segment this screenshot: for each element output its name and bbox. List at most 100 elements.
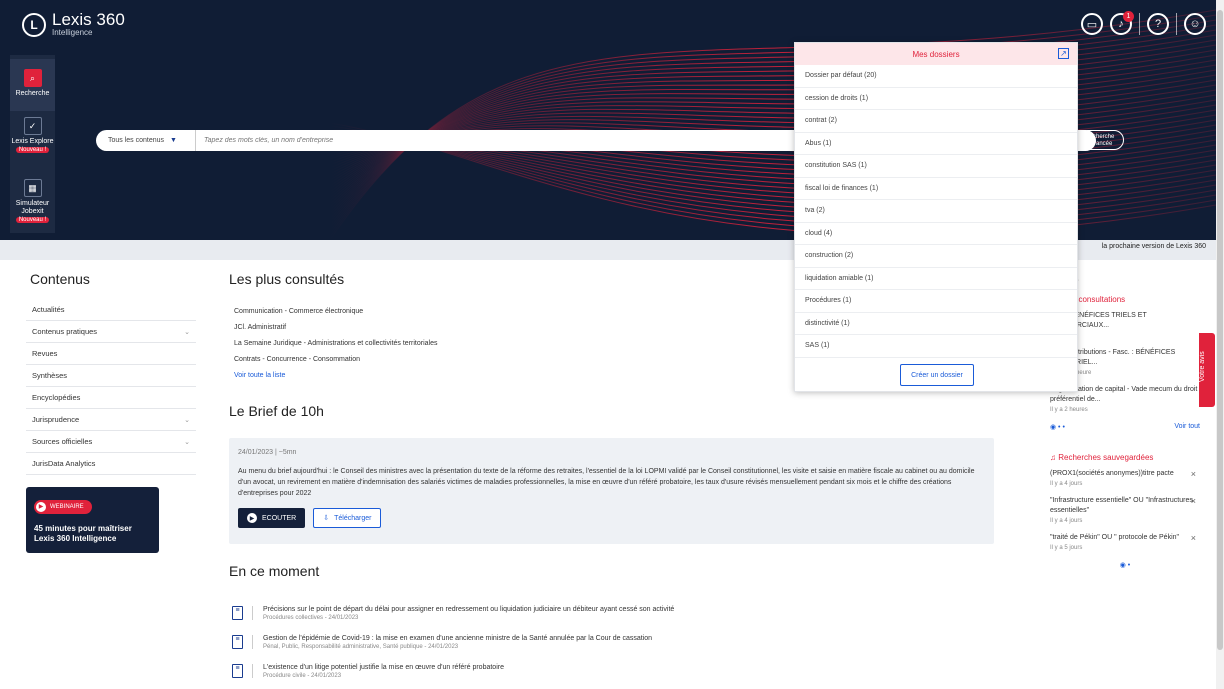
- top-icons: ▭ ♪ 1 ? ☺: [1081, 11, 1206, 35]
- menu-item[interactable]: JurisData Analytics: [26, 453, 196, 475]
- scrollbar[interactable]: [1216, 0, 1224, 689]
- dossier-item[interactable]: cloud (4): [795, 223, 1077, 245]
- saved-search-item[interactable]: "traité de Pékin" OU " protocole de Péki…: [1050, 533, 1200, 553]
- logo-mark-icon: L: [22, 12, 46, 37]
- list-item[interactable]: ≡ L'existence d'un litige potentiel justi…: [232, 664, 932, 679]
- left-nav: ⌕ Recherche ✓ Lexis Explore Nouveau ! ▦ …: [10, 55, 55, 233]
- moment-list: ≡ Précisions sur le point de départ du dé…: [232, 606, 932, 689]
- dossier-item[interactable]: Procédures (1): [795, 290, 1077, 313]
- nav-simulateur[interactable]: ▦ Simulateur Jobexit Nouveau !: [10, 179, 55, 231]
- feedback-tab[interactable]: Votre avis: [1199, 333, 1215, 407]
- list-item[interactable]: JCl. Administratif: [234, 324, 437, 331]
- menu-item[interactable]: Synthèses: [26, 365, 196, 387]
- list-item[interactable]: ≡ Précisions sur le point de départ du dé…: [232, 606, 932, 621]
- menu-item[interactable]: Contenus pratiques ⌄: [26, 321, 196, 343]
- logo[interactable]: L Lexis 360 Intelligence: [22, 10, 125, 37]
- divider: [1176, 13, 1177, 35]
- dossier-item[interactable]: contrat (2): [795, 110, 1077, 133]
- list-item[interactable]: La Semaine Juridique - Administrations e…: [234, 340, 437, 347]
- external-link-icon[interactable]: ↗: [1058, 48, 1069, 59]
- brief-text: Au menu du brief aujourd'hui : le Consei…: [238, 468, 975, 497]
- plus-consultes-list: Communication - Commerce électronique JC…: [234, 308, 437, 388]
- dossier-item[interactable]: distinctivité (1): [795, 313, 1077, 335]
- logo-name: Lexis 360: [52, 10, 125, 29]
- list-item-body: Gestion de l'épidémie de Covid-19 : la m…: [263, 635, 652, 650]
- close-icon[interactable]: ×: [1191, 533, 1196, 543]
- menu-item-label: Revues: [32, 349, 58, 358]
- bell-icon: ♫: [1050, 453, 1059, 462]
- carousel-dots[interactable]: ◉ •: [1050, 561, 1200, 569]
- new-badge: Nouveau !: [15, 147, 50, 153]
- list-item-body: Précisions sur le point de départ du dél…: [263, 606, 674, 621]
- dossiers-title: Mes dossiers: [912, 49, 960, 59]
- saved-title-label: Recherches sauvegardées: [1058, 453, 1154, 462]
- download-label: Télécharger: [334, 514, 372, 522]
- list-item-title: Gestion de l'épidémie de Covid-19 : la m…: [263, 635, 653, 642]
- menu-item-label: JurisData Analytics: [32, 459, 96, 468]
- document-icon: ≡: [232, 635, 243, 649]
- dossier-item[interactable]: constitution SAS (1): [795, 155, 1077, 178]
- list-item[interactable]: Contrats - Concurrence - Consommation: [234, 356, 437, 363]
- brief-title: Le Brief de 10h: [229, 403, 324, 419]
- dossier-item[interactable]: fiscal loi de finances (1): [795, 178, 1077, 200]
- menu-item-label: Encyclopédies: [32, 393, 81, 402]
- webinar-tag: ▶ WEBINAIRE: [34, 499, 92, 514]
- dossier-item[interactable]: Dossier par défaut (20): [795, 65, 1077, 88]
- listen-label: ECOUTER: [262, 514, 297, 522]
- download-button[interactable]: ⇩ Télécharger: [313, 508, 382, 528]
- book-icon: ✓: [23, 117, 42, 135]
- menu-item-label: Jurisprudence: [32, 415, 80, 424]
- close-icon[interactable]: ×: [1191, 469, 1196, 479]
- folder-icon[interactable]: ▭: [1081, 13, 1103, 35]
- list-item-body: L'existence d'un litige potentiel justif…: [263, 664, 504, 679]
- voir-tout-link[interactable]: Voir tout: [1174, 423, 1200, 431]
- dossier-item[interactable]: SAS (1): [795, 335, 1077, 358]
- create-folder-button[interactable]: Créer un dossier: [900, 364, 974, 386]
- help-icon[interactable]: ?: [1147, 13, 1169, 35]
- dossier-item[interactable]: cession de droits (1): [795, 88, 1077, 110]
- dossier-item[interactable]: tva (2): [795, 200, 1077, 223]
- saved-search-item[interactable]: "Infrastructure essentielle" OU "Infrast…: [1050, 496, 1200, 526]
- user-icon[interactable]: ☺: [1184, 13, 1206, 35]
- saved-search-time: Il y a 4 jours: [1050, 518, 1083, 524]
- menu-item[interactable]: Actualités: [26, 299, 196, 321]
- carousel-dots[interactable]: ◉ • •: [1050, 423, 1065, 431]
- list-item-subtitle: Pénal, Public, Responsabilité administra…: [263, 644, 459, 650]
- close-icon[interactable]: ×: [1191, 496, 1196, 506]
- nav-label: Simulateur Jobexit: [15, 200, 50, 215]
- webinar-card[interactable]: ▶ WEBINAIRE 45 minutes pour maîtriser Lex…: [26, 487, 159, 553]
- search-icon: ⌕: [23, 69, 42, 87]
- saved-search-item[interactable]: (PROX1(sociétés anonymes))titre pacte Il …: [1050, 469, 1200, 489]
- chevron-down-icon: ▼: [170, 137, 177, 144]
- listen-button[interactable]: ▶ ECOUTER: [238, 508, 306, 528]
- brief-date: 24/01/2023 | ~5mn: [238, 449, 297, 456]
- moment-title: En ce moment: [229, 563, 320, 579]
- nav-lexis-explore[interactable]: ✓ Lexis Explore Nouveau !: [10, 117, 55, 169]
- divider: [252, 635, 253, 649]
- menu-item[interactable]: Sources officielles ⌄: [26, 431, 196, 453]
- voir-liste-link[interactable]: Voir toute la liste: [234, 372, 437, 379]
- scope-select[interactable]: Tous les contenus ▼: [96, 130, 196, 151]
- dossier-item[interactable]: liquidation amiable (1): [795, 268, 1077, 290]
- plus-consultes-title: Les plus consultés: [229, 271, 345, 287]
- scrollbar-thumb[interactable]: [1217, 10, 1223, 650]
- download-icon: ⇩: [323, 515, 330, 522]
- divider: [252, 606, 253, 620]
- nav-recherche[interactable]: ⌕ Recherche: [10, 59, 55, 111]
- saved-search-text: "traité de Pékin" OU " protocole de Péki…: [1050, 534, 1180, 541]
- saved-searches-title: ♫ Recherches sauvegardées: [1050, 453, 1200, 462]
- advanced-search-button[interactable]: recherche avancée: [1078, 130, 1124, 150]
- list-item-subtitle: Procédure civile - 24/01/2023: [263, 673, 342, 679]
- list-item-title: Précisions sur le point de départ du dél…: [263, 606, 675, 613]
- bell-icon[interactable]: ♪ 1: [1110, 11, 1134, 35]
- menu-item[interactable]: Encyclopédies: [26, 387, 196, 409]
- dossier-item[interactable]: construction (2): [795, 245, 1077, 268]
- list-item[interactable]: Communication - Commerce électronique: [234, 308, 437, 315]
- list-item[interactable]: ≡ Gestion de l'épidémie de Covid-19 : la …: [232, 635, 932, 650]
- dossier-item[interactable]: Abus (1): [795, 133, 1077, 155]
- menu-item[interactable]: Revues: [26, 343, 196, 365]
- menu-item-label: Contenus pratiques: [32, 327, 98, 336]
- play-icon: ▶: [36, 501, 46, 512]
- menu-item[interactable]: Jurisprudence ⌄: [26, 409, 196, 431]
- dossiers-header: Mes dossiers ↗: [795, 43, 1077, 65]
